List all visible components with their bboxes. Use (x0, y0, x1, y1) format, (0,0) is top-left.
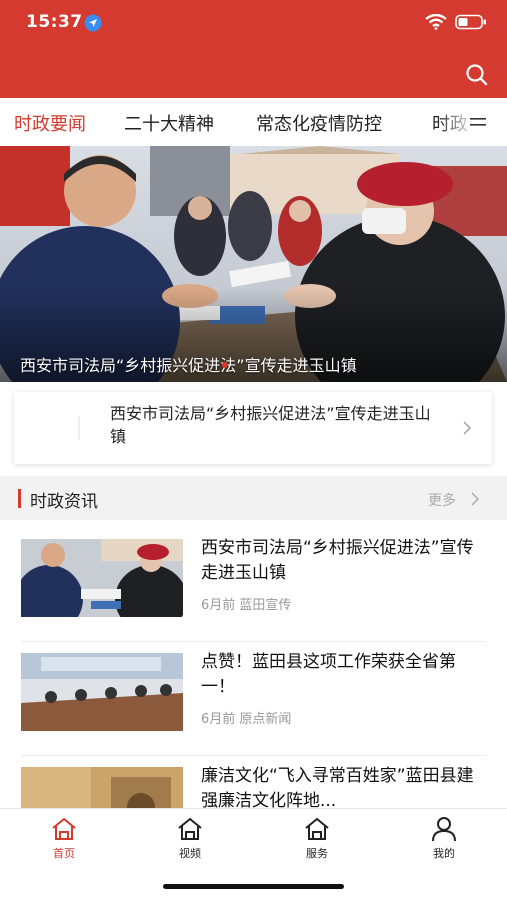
user-icon (432, 817, 456, 842)
news-thumbnail (21, 653, 183, 731)
nav-home[interactable]: 首页 (24, 815, 104, 861)
chevron-right-icon (463, 421, 472, 435)
nav-label: 服务 (306, 847, 328, 860)
nav-profile[interactable]: 我的 (404, 815, 484, 861)
news-meta: 6月前 原点新闻 (201, 712, 292, 727)
nav-label: 我的 (433, 847, 455, 860)
nav-services[interactable]: 服务 (277, 815, 357, 861)
section-marker (18, 489, 21, 508)
category-tabs: 时政要闻 二十大精神 常态化疫情防控 时政 (0, 98, 507, 146)
headline-divider (78, 416, 80, 440)
news-meta: 6月前 蓝田宣传 (201, 598, 292, 613)
headline-card[interactable]: 西安市司法局“乡村振兴促进法”宣传走进玉山镇 (14, 392, 492, 464)
news-title: 廉洁文化“飞入寻常百姓家”蓝田县建强廉洁文化阵地... (201, 766, 474, 811)
banner-image (0, 146, 507, 382)
battery-icon (455, 14, 486, 30)
news-thumbnail (21, 539, 183, 617)
tab-epidemic-control[interactable]: 常态化疫情防控 (256, 110, 382, 136)
section-header: 时政资讯 更多 (0, 476, 507, 520)
home-icon (305, 817, 329, 840)
news-item[interactable]: 西安市司法局“乡村振兴促进法”宣传走进玉山镇 6月前 蓝田宣传 (0, 528, 507, 642)
banner-carousel[interactable]: 西安市司法局“乡村振兴促进法”宣传走进玉山镇 (0, 146, 507, 382)
home-icon (52, 817, 76, 840)
chevron-right-icon[interactable] (471, 492, 479, 506)
app-header: 15:37 (0, 0, 507, 98)
headline-text: 西安市司法局“乡村振兴促进法”宣传走进玉山镇 (110, 404, 431, 446)
wifi-icon (425, 14, 447, 30)
nav-label: 视频 (179, 847, 201, 860)
tab-twentieth-congress[interactable]: 二十大精神 (124, 110, 214, 136)
home-indicator (163, 884, 344, 889)
carousel-dot-active (222, 362, 228, 368)
news-title: 西安市司法局“乡村振兴促进法”宣传走进玉山镇 (201, 538, 474, 583)
search-icon[interactable] (464, 62, 490, 88)
status-time: 15:37 (26, 12, 83, 32)
banner-caption: 西安市司法局“乡村振兴促进法”宣传走进玉山镇 (20, 356, 357, 375)
location-arrow-icon (84, 14, 102, 32)
news-title: 点赞！蓝田县这项工作荣获全省第一！ (201, 652, 456, 697)
menu-icon[interactable] (470, 115, 486, 129)
home-icon (178, 817, 202, 840)
more-link[interactable]: 更多 (428, 490, 456, 510)
section-title: 时政资讯 (30, 492, 98, 512)
nav-label: 首页 (53, 847, 75, 860)
tab-politics-news[interactable]: 时政要闻 (14, 110, 86, 136)
news-item[interactable]: 点赞！蓝田县这项工作荣获全省第一！ 6月前 原点新闻 (0, 642, 507, 756)
nav-video[interactable]: 视频 (150, 815, 230, 861)
